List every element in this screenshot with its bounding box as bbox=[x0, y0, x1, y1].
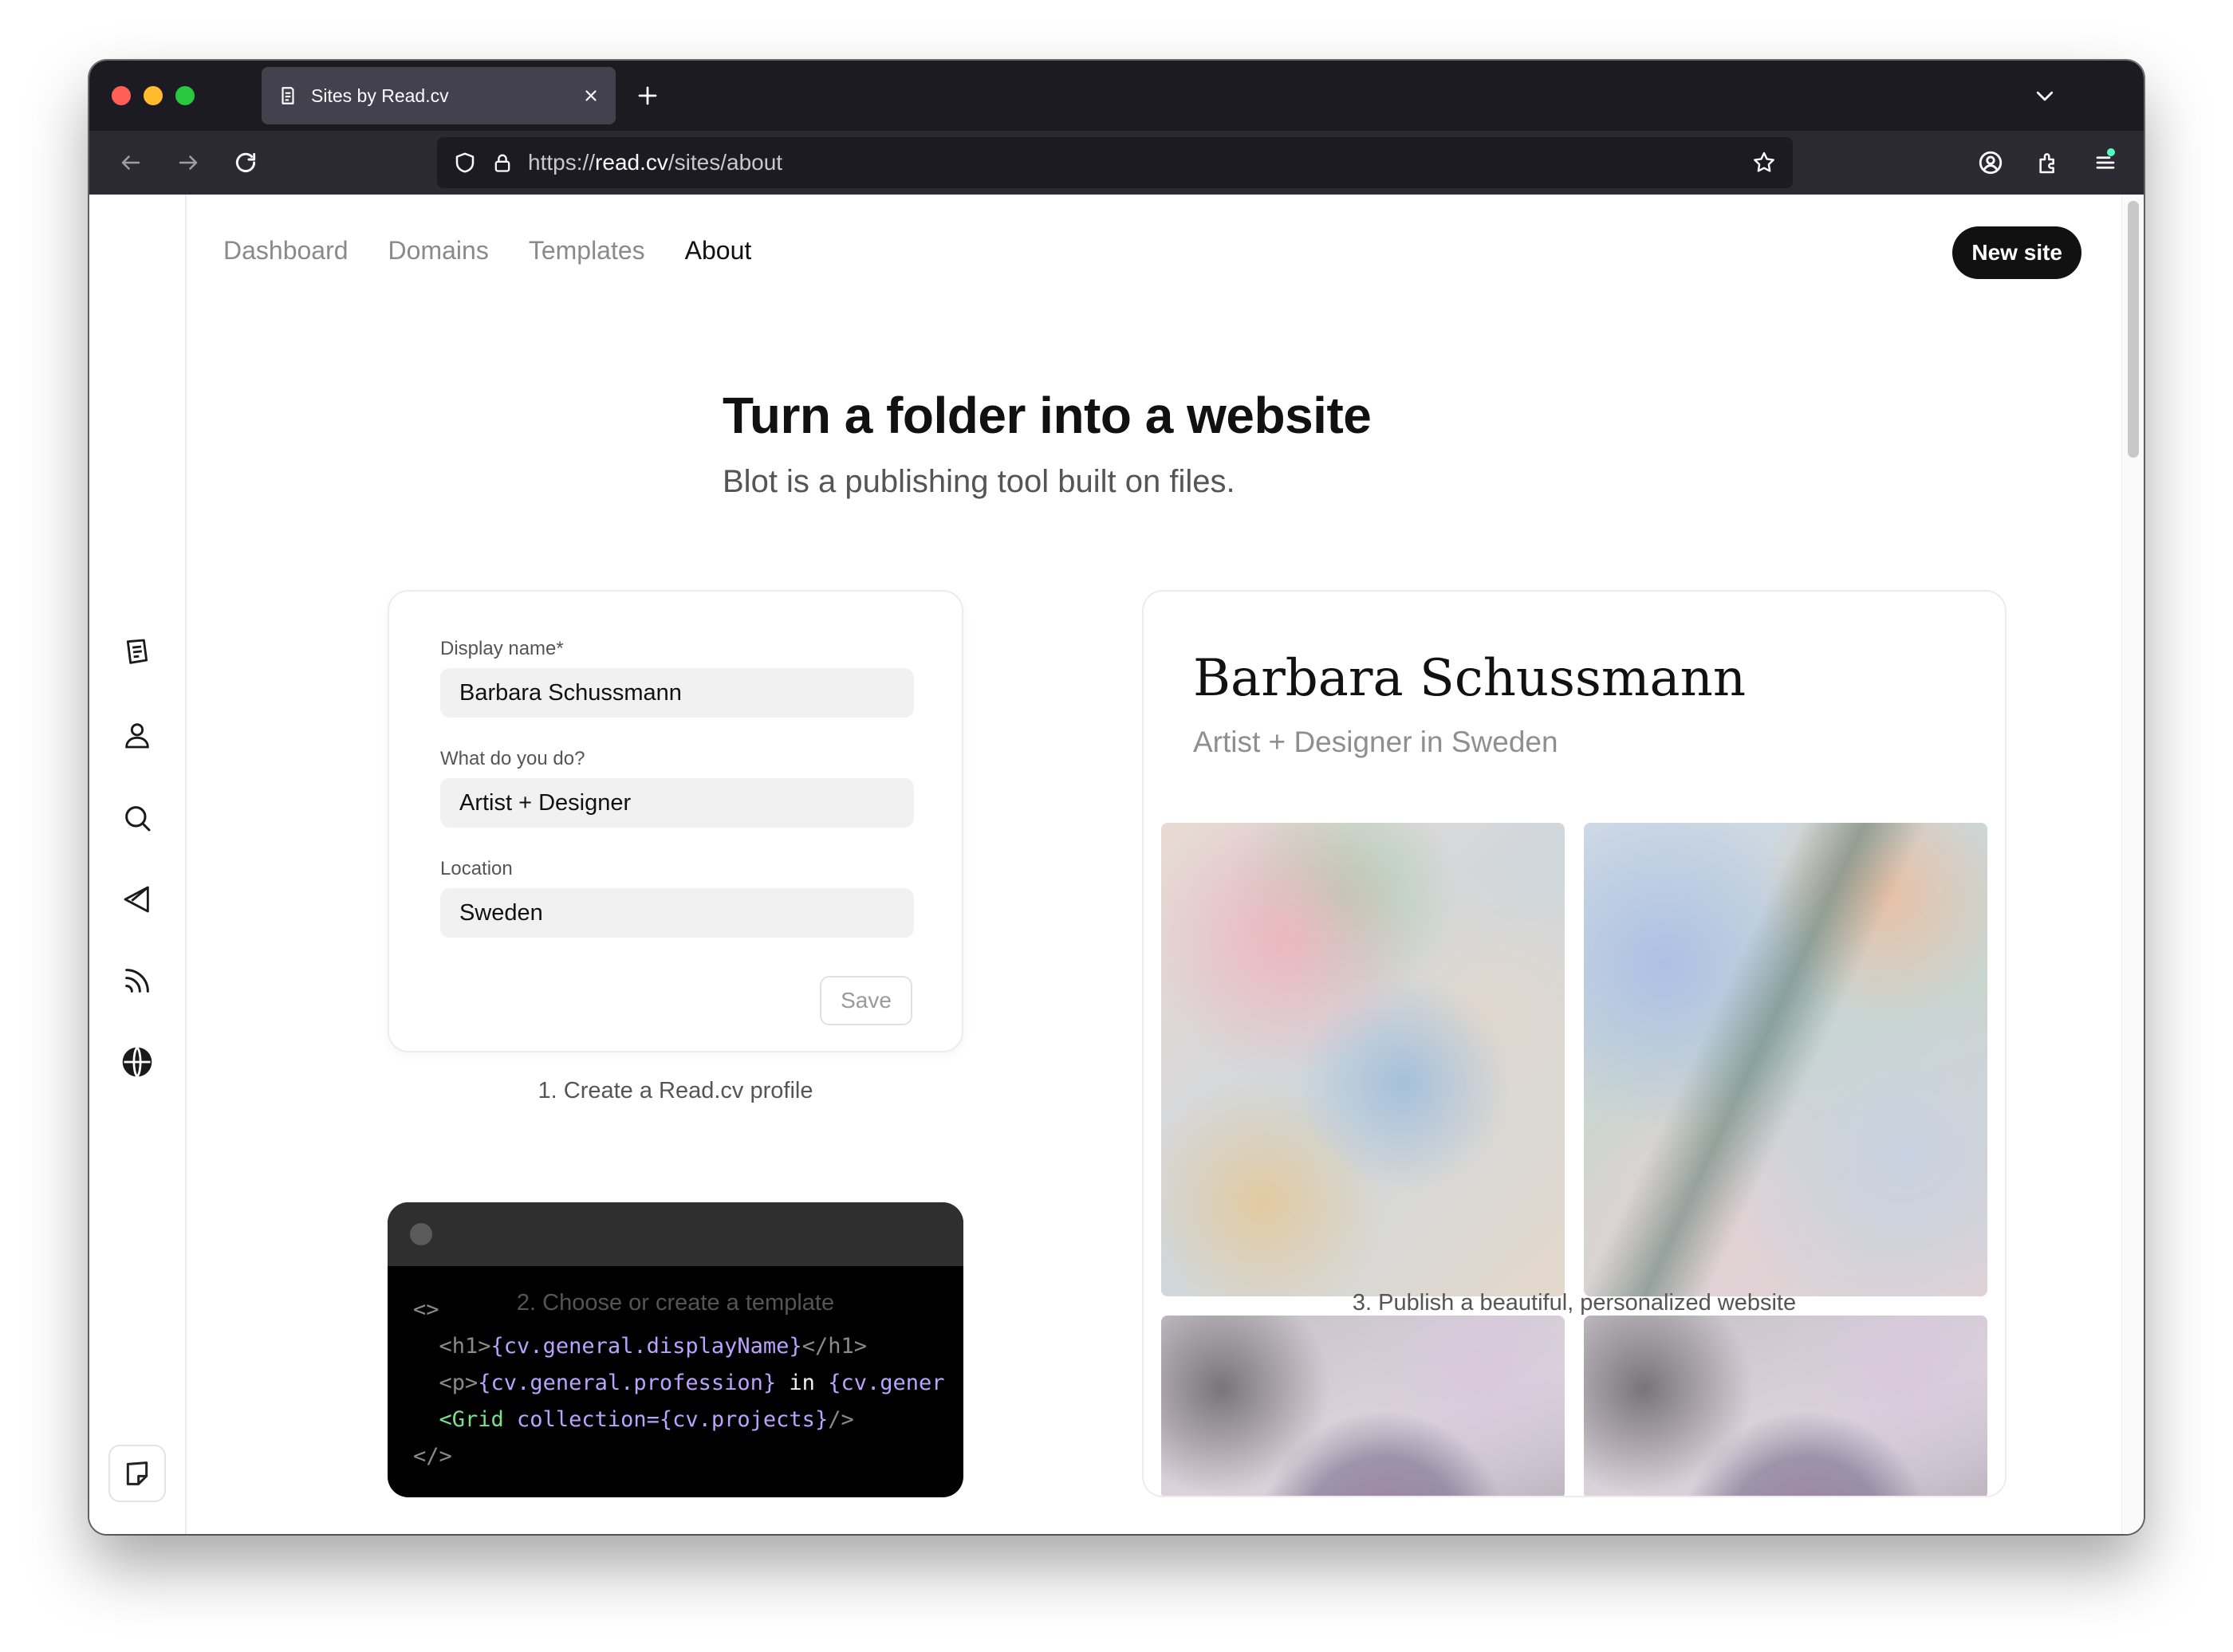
note-icon[interactable] bbox=[108, 1445, 166, 1502]
person-icon[interactable] bbox=[118, 716, 156, 754]
scrollbar[interactable] bbox=[2121, 195, 2144, 1534]
code-window-dot bbox=[410, 1223, 432, 1245]
code-header bbox=[388, 1202, 963, 1266]
page-title: Turn a folder into a website bbox=[723, 387, 1372, 444]
browser-toolbar: https://read.cv/sites/about bbox=[89, 131, 2144, 195]
code-token: <p> bbox=[439, 1371, 478, 1395]
minimize-window-button[interactable] bbox=[144, 86, 163, 105]
nav-about[interactable]: About bbox=[685, 236, 752, 266]
code-token: collection= bbox=[503, 1407, 660, 1432]
url-text[interactable]: https://read.cv/sites/about bbox=[528, 150, 1737, 175]
preview-name: Barbara Schussmann bbox=[1193, 649, 1747, 708]
forward-arrow-icon[interactable] bbox=[169, 144, 207, 182]
page-content: Dashboard Domains Templates About New si… bbox=[89, 195, 2144, 1534]
location-field[interactable]: Sweden bbox=[440, 888, 914, 938]
address-bar[interactable]: https://read.cv/sites/about bbox=[437, 137, 1793, 188]
page-subtitle: Blot is a publishing tool built on files… bbox=[723, 464, 1235, 499]
save-button[interactable]: Save bbox=[820, 976, 912, 1025]
code-token: <h1> bbox=[439, 1334, 491, 1359]
nav-dashboard[interactable]: Dashboard bbox=[223, 236, 349, 266]
code-token: /> bbox=[828, 1407, 854, 1432]
extensions-icon[interactable] bbox=[2029, 144, 2067, 182]
scrollbar-thumb[interactable] bbox=[2128, 201, 2139, 458]
tab-title: Sites by Read.cv bbox=[311, 85, 449, 106]
code-token: {cv.gener bbox=[828, 1371, 945, 1395]
code-line: <h1>{cv.general.displayName}</h1> bbox=[413, 1328, 963, 1365]
new-tab-icon[interactable] bbox=[628, 77, 667, 115]
back-arrow-icon[interactable] bbox=[112, 144, 150, 182]
project-image[interactable] bbox=[1584, 823, 1987, 1296]
chevron-down-icon[interactable] bbox=[2026, 77, 2064, 115]
code-token: {cv.general.profession} bbox=[478, 1371, 777, 1395]
code-line: </> bbox=[413, 1438, 963, 1475]
lock-icon[interactable] bbox=[491, 151, 514, 174]
code-line: <p>{cv.general.profession} in {cv.gener bbox=[413, 1365, 963, 1402]
site-nav: Dashboard Domains Templates About bbox=[223, 236, 751, 266]
code-token: {cv.general.displayName} bbox=[490, 1334, 802, 1359]
profile-form-card: Display name* Barbara Schussmann What do… bbox=[388, 590, 963, 1052]
code-line: <Grid collection={cv.projects}/> bbox=[413, 1402, 963, 1438]
side-rail bbox=[89, 195, 187, 1534]
close-window-button[interactable] bbox=[112, 86, 131, 105]
nav-templates[interactable]: Templates bbox=[529, 236, 645, 266]
step-3-caption: 3. Publish a beautiful, personalized web… bbox=[1352, 1290, 1797, 1316]
close-tab-icon[interactable] bbox=[582, 87, 600, 104]
code-token: </h1> bbox=[801, 1334, 867, 1359]
menu-icon[interactable] bbox=[2086, 144, 2125, 182]
search-icon[interactable] bbox=[118, 799, 156, 837]
code-token: <Grid bbox=[439, 1407, 504, 1432]
code-token: {cv.projects} bbox=[659, 1407, 829, 1432]
code-token: </> bbox=[413, 1444, 452, 1469]
star-icon[interactable] bbox=[1751, 150, 1777, 175]
code-snippet: <> <h1>{cv.general.displayName}</h1> <p>… bbox=[413, 1292, 963, 1475]
project-image[interactable] bbox=[1584, 1316, 1987, 1496]
browser-titlebar: Sites by Read.cv bbox=[89, 61, 2144, 131]
new-site-button[interactable]: New site bbox=[1952, 226, 2081, 279]
send-icon[interactable] bbox=[118, 880, 156, 918]
globe-icon[interactable] bbox=[118, 1043, 156, 1081]
update-indicator-dot bbox=[2107, 148, 2115, 156]
browser-tab[interactable]: Sites by Read.cv bbox=[262, 67, 616, 124]
step-2-caption: 2. Choose or create a template bbox=[516, 1290, 835, 1316]
browser-window: Sites by Read.cv https://read.cv/sites/a… bbox=[89, 61, 2144, 1534]
display-name-label: Display name* bbox=[440, 638, 564, 659]
profession-label: What do you do? bbox=[440, 748, 585, 769]
preview-subtitle: Artist + Designer in Sweden bbox=[1193, 726, 1558, 758]
project-image[interactable] bbox=[1161, 1316, 1565, 1496]
rss-icon[interactable] bbox=[118, 962, 156, 1000]
location-label: Location bbox=[440, 858, 513, 879]
url-host: read.cv bbox=[595, 150, 668, 175]
shield-icon[interactable] bbox=[453, 151, 477, 175]
zoom-window-button[interactable] bbox=[175, 86, 195, 105]
site-preview-card: Barbara Schussmann Artist + Designer in … bbox=[1142, 590, 2007, 1497]
account-icon[interactable] bbox=[1971, 144, 2010, 182]
display-name-field[interactable]: Barbara Schussmann bbox=[440, 668, 914, 718]
document-icon bbox=[278, 85, 298, 106]
document-icon[interactable] bbox=[118, 633, 156, 671]
profession-field[interactable]: Artist + Designer bbox=[440, 778, 914, 828]
template-code-card: <> <h1>{cv.general.displayName}</h1> <p>… bbox=[388, 1202, 963, 1497]
nav-domains[interactable]: Domains bbox=[388, 236, 489, 266]
project-image[interactable] bbox=[1161, 823, 1565, 1296]
url-path: /sites/about bbox=[668, 150, 783, 175]
reload-icon[interactable] bbox=[226, 144, 265, 182]
url-scheme: https:// bbox=[528, 150, 596, 175]
step-1-caption: 1. Create a Read.cv profile bbox=[538, 1078, 813, 1103]
code-token: in bbox=[776, 1371, 829, 1395]
